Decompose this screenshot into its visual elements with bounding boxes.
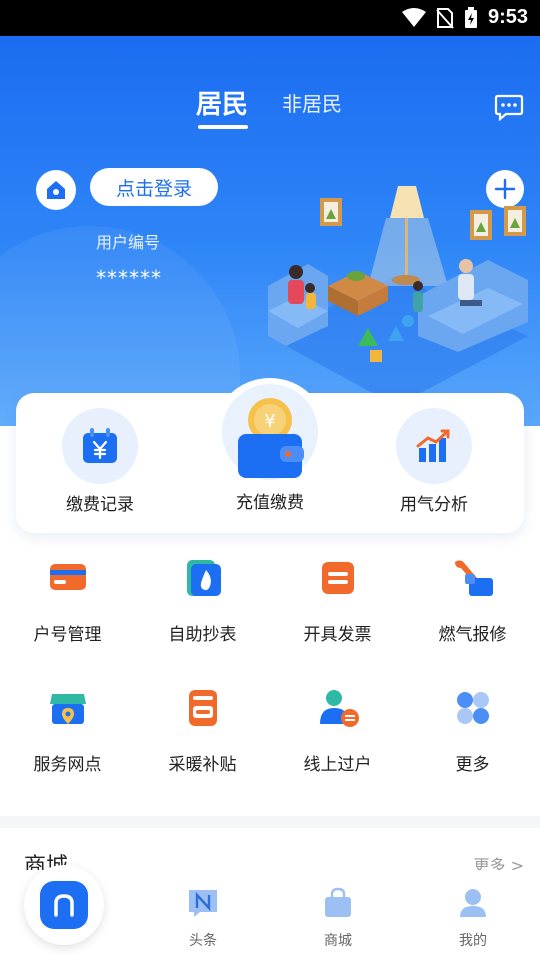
calendar-yuan-icon bbox=[83, 428, 117, 463]
user-id-label: 用户编号 bbox=[96, 233, 161, 252]
heating-subsidy-label: 采暖补贴 bbox=[168, 755, 237, 775]
gas-analysis-circle bbox=[396, 408, 472, 484]
wallet-coin-icon: ¥ bbox=[238, 398, 304, 478]
nav-mall-label: 商城 bbox=[324, 933, 352, 949]
home-badge bbox=[36, 170, 76, 210]
svg-text:¥: ¥ bbox=[264, 411, 275, 432]
section-divider bbox=[0, 816, 540, 828]
gas-repair-label: 燃气报修 bbox=[438, 625, 507, 645]
nav-news-button[interactable]: 头条 bbox=[163, 886, 243, 950]
nav-home-inner bbox=[40, 881, 88, 929]
service-outlets-label: 服务网点 bbox=[33, 755, 102, 775]
no-sim-icon bbox=[436, 7, 454, 29]
online-transfer-button[interactable]: 线上过户 bbox=[270, 686, 405, 775]
payment-records-circle bbox=[62, 408, 138, 484]
nav-news-label: 头条 bbox=[189, 933, 217, 949]
card-icon bbox=[49, 564, 86, 590]
message-icon[interactable] bbox=[494, 92, 524, 122]
heating-icon bbox=[188, 690, 217, 726]
service-outlets-button[interactable]: 服务网点 bbox=[0, 686, 135, 775]
nav-home-button[interactable] bbox=[24, 865, 104, 945]
wifi-icon bbox=[401, 7, 426, 27]
invoice-icon bbox=[321, 562, 354, 594]
nav-profile-button[interactable]: 我的 bbox=[433, 886, 513, 950]
account-management-button[interactable]: 户号管理 bbox=[0, 556, 135, 645]
login-button[interactable]: 点击登录 bbox=[90, 168, 218, 206]
nav-mall-button[interactable]: 商城 bbox=[298, 886, 378, 950]
gas-analysis-button[interactable]: 用气分析 bbox=[374, 408, 494, 515]
home-icon bbox=[47, 181, 65, 199]
issue-invoice-button[interactable]: 开具发票 bbox=[270, 556, 405, 645]
home-icon bbox=[54, 894, 74, 917]
gas-analysis-label: 用气分析 bbox=[400, 495, 468, 515]
more-services-button[interactable]: 更多 bbox=[405, 686, 540, 775]
news-icon bbox=[189, 890, 217, 917]
user-id-value: ****** bbox=[96, 266, 162, 290]
shopping-bag-icon bbox=[325, 887, 351, 917]
hero-banner: 居民 非居民 点击登录 用户编号 ****** bbox=[0, 36, 540, 426]
more-grid-icon bbox=[456, 692, 489, 724]
tab-non-resident[interactable]: 非居民 bbox=[282, 88, 342, 117]
issue-invoice-label: 开具发票 bbox=[303, 625, 372, 645]
battery-charging-icon bbox=[464, 6, 477, 28]
active-tab-indicator bbox=[198, 125, 248, 129]
more-services-label: 更多 bbox=[455, 755, 490, 775]
gas-repair-button[interactable]: 燃气报修 bbox=[405, 556, 540, 645]
tab-resident[interactable]: 居民 bbox=[196, 84, 248, 121]
recharge-circle: ¥ bbox=[222, 384, 318, 480]
bottom-navigation: 头条 商城 我的 bbox=[0, 865, 540, 960]
self-meter-reading-button[interactable]: 自助抄表 bbox=[135, 556, 270, 645]
status-bar: 9:53 bbox=[0, 0, 540, 36]
online-transfer-label: 线上过户 bbox=[303, 755, 372, 775]
status-time: 9:53 bbox=[487, 6, 528, 28]
payment-records-label: 缴费记录 bbox=[66, 495, 134, 515]
nav-profile-label: 我的 bbox=[459, 933, 487, 949]
flame-meter-icon bbox=[186, 560, 221, 596]
wrench-icon bbox=[454, 560, 493, 596]
self-meter-reading-label: 自助抄表 bbox=[168, 625, 237, 645]
heating-subsidy-button[interactable]: 采暖补贴 bbox=[135, 686, 270, 775]
living-room-illustration bbox=[268, 186, 528, 406]
profile-icon bbox=[460, 889, 486, 917]
payment-records-button[interactable]: 缴费记录 bbox=[40, 408, 160, 515]
recharge-payment-label: 充值缴费 bbox=[236, 493, 304, 513]
bar-chart-icon bbox=[416, 429, 450, 462]
user-transfer-icon bbox=[319, 690, 359, 727]
store-location-icon bbox=[49, 694, 86, 724]
recharge-payment-button[interactable]: ¥ 充值缴费 bbox=[208, 384, 332, 513]
account-management-label: 户号管理 bbox=[33, 625, 102, 645]
